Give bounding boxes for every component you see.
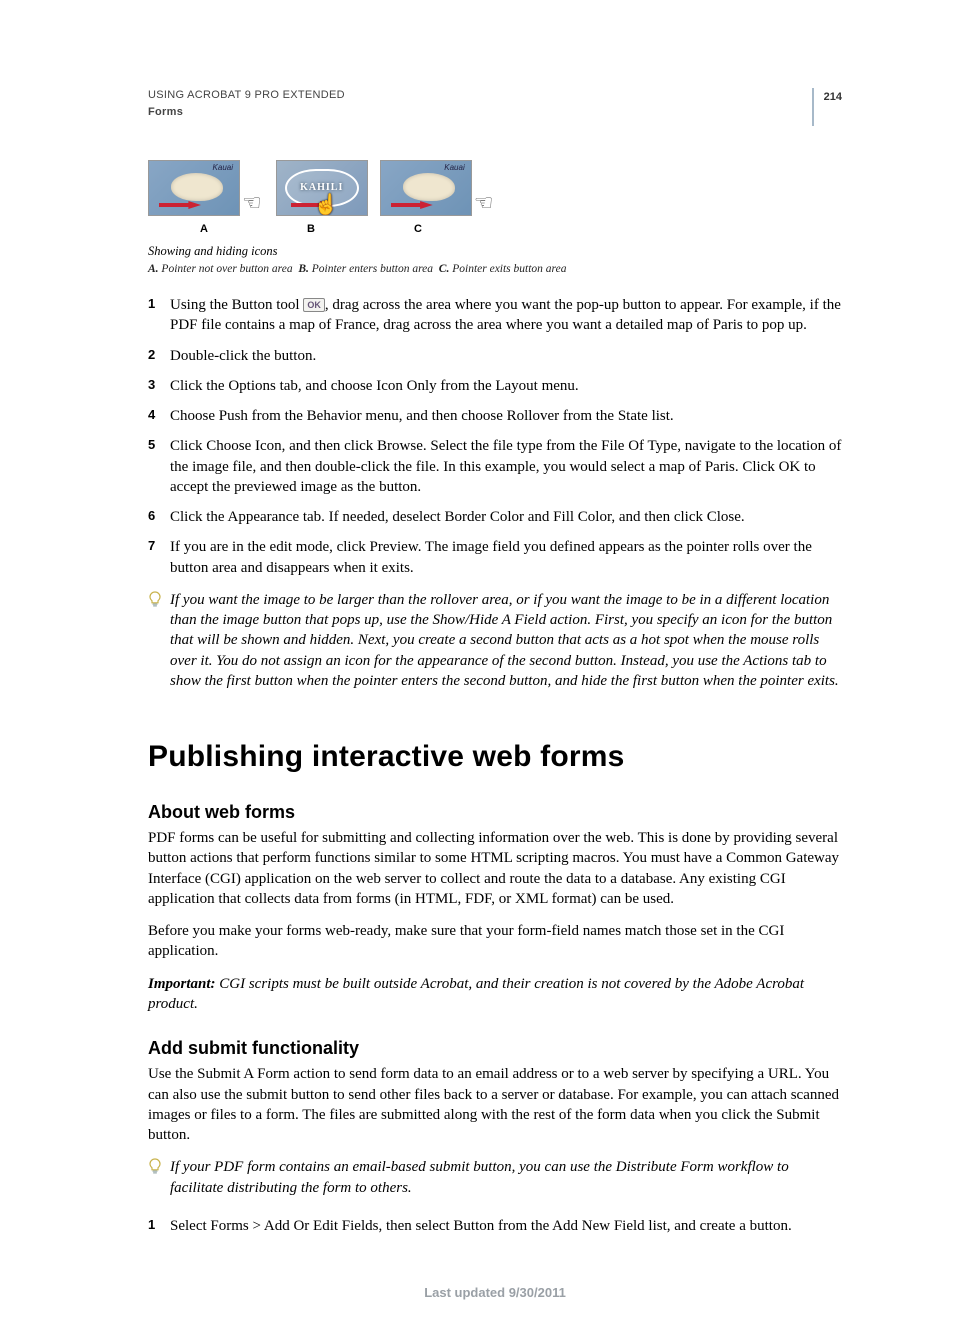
thumb-b-wrap: KAHILI ☝ [276,160,368,216]
thumb-label-a: A [148,222,260,237]
thumb-labels: A B C [148,222,842,237]
heading-about-web-forms: About web forms [148,800,842,824]
tip-rollover: If you want the image to be larger than … [148,590,842,691]
page: USING ACROBAT 9 PRO EXTENDED Forms 214 K… [0,0,954,1342]
arrow-icon [159,201,201,209]
submit-p1: Use the Submit A Form action to send for… [148,1064,842,1145]
figure-showing-hiding-icons: Kauai ☜ KAHILI ☝ Kauai ☜ [148,160,842,277]
step-1: Using the Button tool OK, drag across th… [148,295,842,336]
about-p1: PDF forms can be useful for submitting a… [148,828,842,909]
step-5: Click Choose Icon, and then click Browse… [148,436,842,497]
important-label: Important: [148,976,216,992]
lightbulb-icon [148,1158,162,1176]
heading-publishing: Publishing interactive web forms [148,737,842,778]
thumb-c-wrap: Kauai ☜ [380,160,496,216]
step-7: If you are in the edit mode, click Previ… [148,537,842,578]
section-name: Forms [148,105,345,120]
legend-a-text: Pointer not over button area [161,263,292,275]
hand-cursor-icon: ☜ [242,192,262,214]
thumb-a-map-label: Kauai [213,163,233,174]
step-6: Click the Appearance tab. If needed, des… [148,507,842,527]
arrow-icon [391,201,433,209]
thumb-label-c: C [362,222,474,237]
important-text: CGI scripts must be built outside Acroba… [148,976,804,1012]
running-head: USING ACROBAT 9 PRO EXTENDED Forms 214 [148,88,842,126]
about-p2: Before you make your forms web-ready, ma… [148,921,842,962]
legend-b-bold: B. [298,263,309,275]
thumb-c-map-label: Kauai [444,163,464,174]
island-shape-icon [171,173,223,201]
step-3: Click the Options tab, and choose Icon O… [148,376,842,396]
running-head-left: USING ACROBAT 9 PRO EXTENDED Forms [148,88,345,120]
heading-add-submit: Add submit functionality [148,1036,842,1060]
figure-caption: Showing and hiding icons [148,243,842,260]
legend-a-bold: A. [148,263,159,275]
thumb-a: Kauai [148,160,240,216]
figure-thumbnails: Kauai ☜ KAHILI ☝ Kauai ☜ [148,160,842,216]
legend-c-text: Pointer exits button area [452,263,566,275]
tip-distribute: If your PDF form contains an email-based… [148,1157,842,1198]
island-shape-icon [403,173,455,201]
page-number: 214 [812,88,842,126]
thumb-c: Kauai [380,160,472,216]
about-important: Important: CGI scripts must be built out… [148,974,842,1015]
legend-b-text: Pointer enters button area [312,263,433,275]
tip-rollover-text: If you want the image to be larger than … [170,592,839,689]
thumb-a-wrap: Kauai ☜ [148,160,264,216]
step-4: Choose Push from the Behavior menu, and … [148,406,842,426]
figure-legend: A. Pointer not over button area B. Point… [148,262,842,278]
step-1-pre: Using the Button tool [170,297,303,313]
step-2: Double-click the button. [148,346,842,366]
footer-last-updated: Last updated 9/30/2011 [148,1284,842,1302]
product-name: USING ACROBAT 9 PRO EXTENDED [148,89,345,101]
hand-cursor-icon: ☝ [314,195,339,215]
hand-cursor-icon: ☜ [474,192,494,214]
thumb-label-b: B [260,222,362,237]
legend-c-bold: C. [439,263,450,275]
ok-button-icon: OK [303,298,325,312]
submit-steps: Select Forms > Add Or Edit Fields, then … [148,1216,842,1236]
tip-distribute-text: If your PDF form contains an email-based… [170,1159,789,1195]
lightbulb-icon [148,591,162,609]
steps-list: Using the Button tool OK, drag across th… [148,295,842,578]
submit-step-1: Select Forms > Add Or Edit Fields, then … [148,1216,842,1236]
badge-text: KAHILI [300,181,343,195]
thumb-b: KAHILI ☝ [276,160,368,216]
